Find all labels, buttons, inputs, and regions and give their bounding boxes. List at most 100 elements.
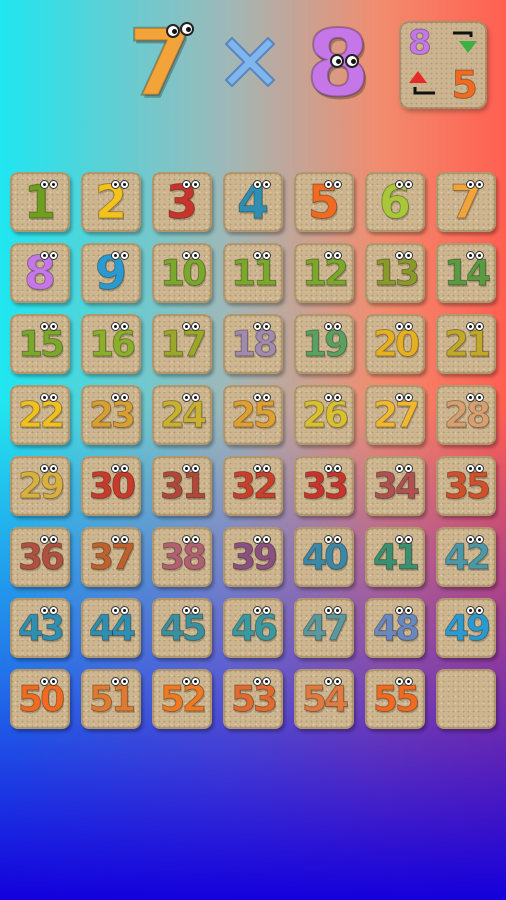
problem-header: 7 8 8 5 [0,0,506,130]
answer-tile-30[interactable]: 30 [81,456,141,516]
tile-eye-icon [111,464,120,473]
answer-tile-18[interactable]: 18 [223,314,283,374]
answer-tile-4[interactable]: 4 [223,172,283,232]
answer-tile-25[interactable]: 25 [223,385,283,445]
answer-tile-3[interactable]: 3 [152,172,212,232]
tile-eye-icon [49,180,58,189]
tile-eye-icon [120,393,129,402]
tile-eye-icon [191,322,200,331]
tile-eye-icon [404,535,413,544]
answer-tile-28[interactable]: 28 [436,385,496,445]
tile-eye-icon [191,393,200,402]
tile-eye-icon [395,180,404,189]
answer-tile-20[interactable]: 20 [365,314,425,374]
answer-tile-52[interactable]: 52 [152,669,212,729]
answer-tile-22[interactable]: 22 [10,385,70,445]
answer-tile-53[interactable]: 53 [223,669,283,729]
answer-tile-55[interactable]: 55 [365,669,425,729]
tile-eye-icon [253,393,262,402]
answer-tile-35[interactable]: 35 [436,456,496,516]
tile-eye-icon [120,677,129,686]
answer-tile-49[interactable]: 49 [436,598,496,658]
answer-tile-54[interactable]: 54 [294,669,354,729]
answer-tile-47[interactable]: 47 [294,598,354,658]
answer-tile-39[interactable]: 39 [223,527,283,587]
red-up-arrow-icon [409,71,435,95]
tile-eye-icon [191,677,200,686]
answer-tile-empty[interactable] [436,669,496,729]
answer-tile-32[interactable]: 32 [223,456,283,516]
answer-tile-42[interactable]: 42 [436,527,496,587]
answer-tile-11[interactable]: 11 [223,243,283,303]
answer-tile-50[interactable]: 50 [10,669,70,729]
answer-tile-24[interactable]: 24 [152,385,212,445]
answer-tile-16[interactable]: 16 [81,314,141,374]
tile-eye-icon [466,322,475,331]
tile-eye-icon [191,606,200,615]
tile-eye-icon [191,180,200,189]
answer-tile-12[interactable]: 12 [294,243,354,303]
answer-tile-37[interactable]: 37 [81,527,141,587]
tile-eye-icon [182,464,191,473]
answer-tile-34[interactable]: 34 [365,456,425,516]
tile-eye-icon [49,251,58,260]
swap-factors-button[interactable]: 8 5 [399,21,487,109]
answer-tile-17[interactable]: 17 [152,314,212,374]
tile-eye-icon [395,535,404,544]
answer-tile-29[interactable]: 29 [10,456,70,516]
tile-eye-icon [395,393,404,402]
tile-eye-icon [111,251,120,260]
answer-tile-43[interactable]: 43 [10,598,70,658]
left-factor-eye-icon [180,22,194,36]
answer-tile-31[interactable]: 31 [152,456,212,516]
tile-eye-icon [404,180,413,189]
answer-tile-7[interactable]: 7 [436,172,496,232]
answer-tile-5[interactable]: 5 [294,172,354,232]
answer-tile-23[interactable]: 23 [81,385,141,445]
tile-eye-icon [40,322,49,331]
tile-eye-icon [40,393,49,402]
answer-tile-40[interactable]: 40 [294,527,354,587]
answer-tile-10[interactable]: 10 [152,243,212,303]
tile-eye-icon [262,251,271,260]
answer-tile-51[interactable]: 51 [81,669,141,729]
answer-tile-15[interactable]: 15 [10,314,70,374]
tile-eye-icon [404,606,413,615]
answer-tile-48[interactable]: 48 [365,598,425,658]
tile-eye-icon [111,393,120,402]
tile-eye-icon [262,464,271,473]
answer-tile-19[interactable]: 19 [294,314,354,374]
tile-eye-icon [324,535,333,544]
tile-eye-icon [466,464,475,473]
answer-tile-45[interactable]: 45 [152,598,212,658]
answer-tile-33[interactable]: 33 [294,456,354,516]
answer-tile-36[interactable]: 36 [10,527,70,587]
tile-eye-icon [253,606,262,615]
answer-tile-21[interactable]: 21 [436,314,496,374]
tile-eye-icon [182,322,191,331]
tile-eye-icon [404,677,413,686]
answer-tile-6[interactable]: 6 [365,172,425,232]
answer-tile-44[interactable]: 44 [81,598,141,658]
answer-tile-8[interactable]: 8 [10,243,70,303]
answer-tile-1[interactable]: 1 [10,172,70,232]
answer-tile-41[interactable]: 41 [365,527,425,587]
tile-eye-icon [111,606,120,615]
tile-eye-icon [40,464,49,473]
tile-eye-icon [182,180,191,189]
tile-eye-icon [404,393,413,402]
answer-tile-26[interactable]: 26 [294,385,354,445]
answer-tile-27[interactable]: 27 [365,385,425,445]
answer-tile-38[interactable]: 38 [152,527,212,587]
tile-eye-icon [49,393,58,402]
tile-eye-icon [475,393,484,402]
answer-tile-13[interactable]: 13 [365,243,425,303]
answer-tile-9[interactable]: 9 [81,243,141,303]
answer-tile-14[interactable]: 14 [436,243,496,303]
tile-eye-icon [120,606,129,615]
tile-eye-icon [40,606,49,615]
answer-tile-2[interactable]: 2 [81,172,141,232]
tile-eye-icon [262,180,271,189]
answer-tile-46[interactable]: 46 [223,598,283,658]
tile-eye-icon [475,322,484,331]
